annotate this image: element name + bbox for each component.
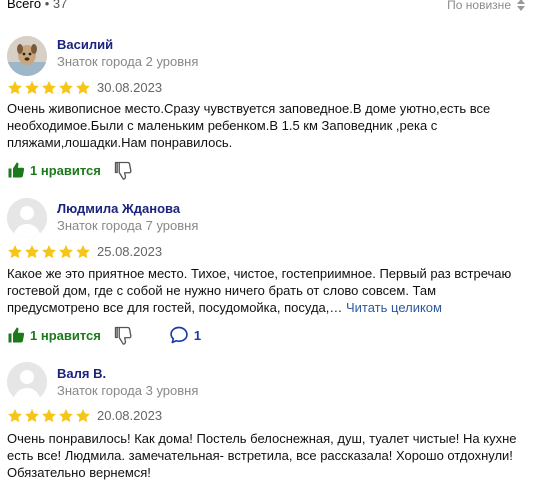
sort-label: По новизне xyxy=(447,0,511,12)
star-icon xyxy=(42,81,56,95)
user-avatar[interactable] xyxy=(7,36,47,76)
star-icon xyxy=(76,409,90,423)
review-author-level: Знаток города 2 уровня xyxy=(57,54,199,69)
read-more-link[interactable]: Читать целиком xyxy=(346,300,442,315)
star-icon xyxy=(25,245,39,259)
thumbs-down-icon xyxy=(114,161,132,180)
star-icon xyxy=(25,81,39,95)
like-button[interactable]: 1 нравится xyxy=(7,161,101,179)
review-author[interactable]: Людмила Жданова xyxy=(57,201,180,216)
review-author-level: Знаток города 7 уровня xyxy=(57,218,199,233)
star-icon xyxy=(8,81,22,95)
reviews-header: Всего • 37 По новизне xyxy=(0,0,534,14)
thumbs-up-icon xyxy=(8,162,25,178)
review-text: Очень живописное место.Сразу чувствуется… xyxy=(7,101,491,150)
star-icon xyxy=(8,409,22,423)
user-avatar-icon xyxy=(7,362,47,402)
comment-icon xyxy=(170,326,188,344)
dislike-button[interactable] xyxy=(113,325,133,345)
review-date: 25.08.2023 xyxy=(97,244,163,259)
reviews-total: Всего • 37 xyxy=(7,0,67,11)
review-author[interactable]: Василий xyxy=(57,37,113,52)
total-count: 37 xyxy=(52,0,68,11)
total-label: Всего xyxy=(7,0,42,11)
dislike-button[interactable] xyxy=(113,160,133,180)
rating-stars xyxy=(7,244,91,260)
star-icon xyxy=(42,245,56,259)
user-avatar-icon xyxy=(7,198,47,238)
comments-count: 1 xyxy=(193,327,202,343)
star-icon xyxy=(42,409,56,423)
sort-arrows-icon xyxy=(517,0,525,11)
review-text: Очень понравилось! Как дома! Постель бел… xyxy=(7,431,517,480)
star-icon xyxy=(76,81,90,95)
total-separator: • xyxy=(41,0,53,11)
thumbs-up-icon xyxy=(8,327,25,343)
star-icon xyxy=(25,409,39,423)
review-date: 20.08.2023 xyxy=(97,408,163,423)
review-actions: 1 нравится 1 xyxy=(7,325,201,345)
user-avatar-icon xyxy=(7,36,47,76)
review-text: Какое же это приятное место. Тихое, чист… xyxy=(7,265,527,316)
user-avatar[interactable] xyxy=(7,362,47,402)
star-icon xyxy=(76,245,90,259)
like-count: 1 нравится xyxy=(30,327,101,343)
user-avatar[interactable] xyxy=(7,198,47,238)
review-date: 30.08.2023 xyxy=(97,80,163,95)
rating-stars xyxy=(7,80,91,96)
review-author-level: Знаток города 3 уровня xyxy=(57,383,199,398)
star-icon xyxy=(8,245,22,259)
star-icon xyxy=(59,409,73,423)
thumbs-down-icon xyxy=(114,326,132,345)
like-count: 1 нравится xyxy=(30,162,101,178)
like-button[interactable]: 1 нравится xyxy=(7,326,101,344)
rating-stars xyxy=(7,408,91,424)
comments-button[interactable]: 1 xyxy=(169,325,201,345)
star-icon xyxy=(59,245,73,259)
review-author[interactable]: Валя В. xyxy=(57,366,106,381)
review-actions: 1 нравится xyxy=(7,160,133,180)
sort-dropdown[interactable]: По новизне xyxy=(447,0,525,12)
star-icon xyxy=(59,81,73,95)
